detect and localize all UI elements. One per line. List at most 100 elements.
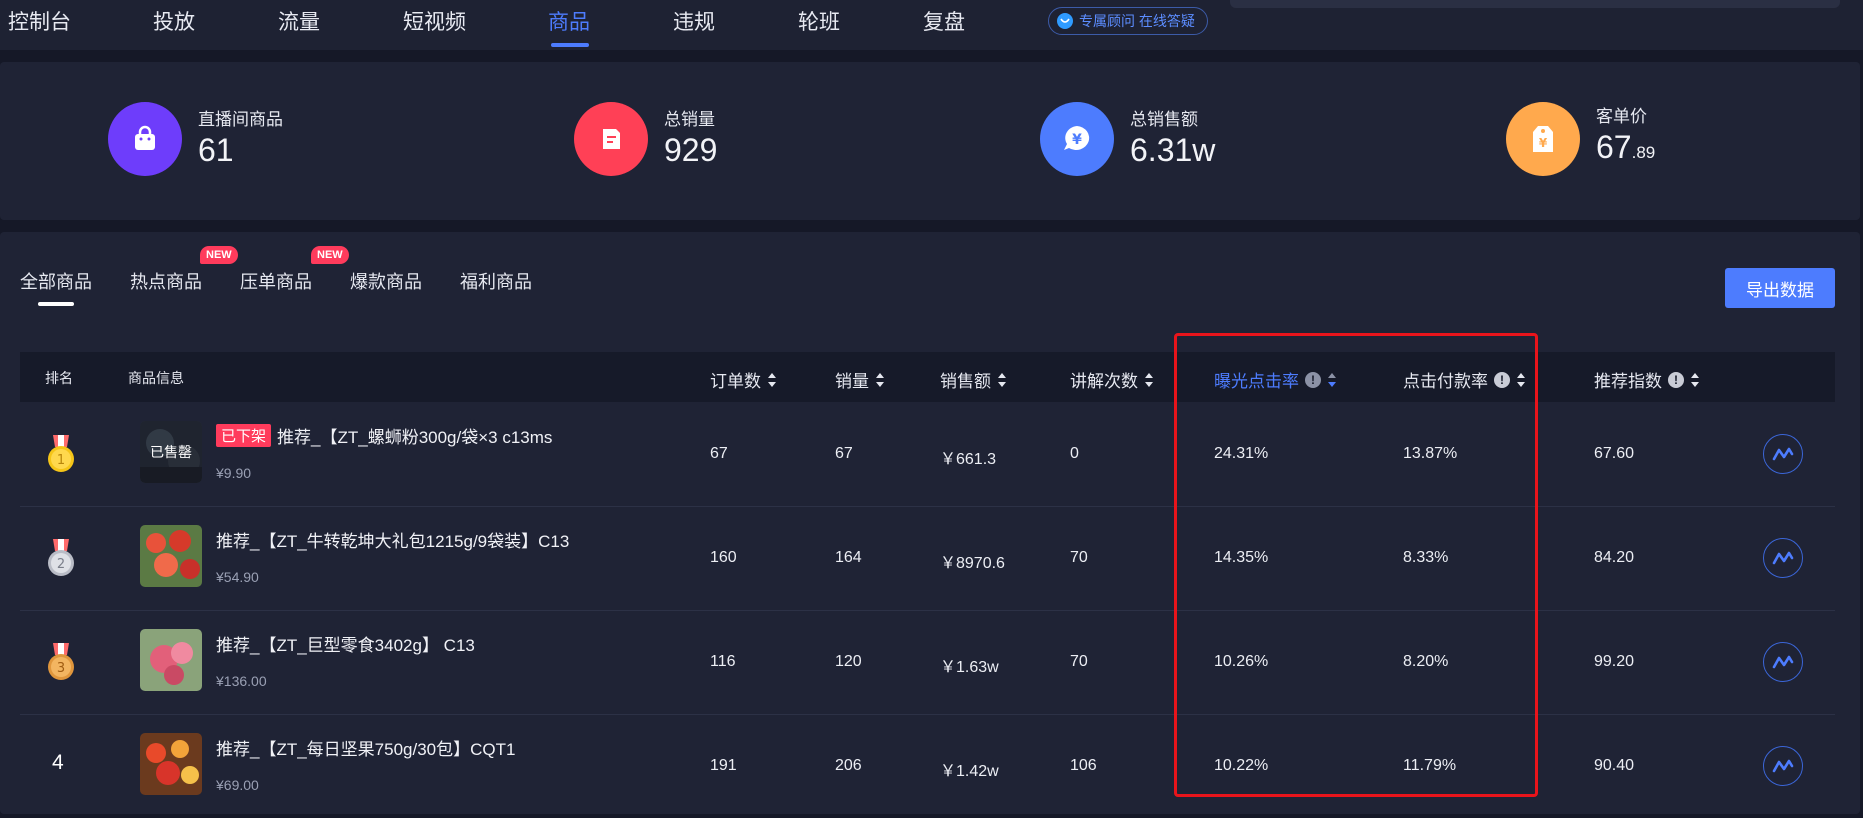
header-score-label: 推荐指数: [1594, 372, 1662, 391]
sort-icon: [1145, 372, 1153, 387]
header-ctr[interactable]: 曝光点击率!: [1214, 367, 1337, 392]
sort-icon: [998, 372, 1006, 387]
cell-sales: 120: [835, 653, 862, 670]
cell-score: 84.20: [1594, 549, 1635, 566]
search-bar-edge[interactable]: [1230, 0, 1840, 8]
sort-icon: [1691, 372, 1699, 387]
product-title-text: 推荐_【ZT_巨型零食3402g】 C13: [216, 636, 475, 655]
stat-total-amount: ¥ 总销售额 6.31w: [1040, 102, 1215, 176]
product-price: ¥136.00: [216, 673, 267, 689]
trend-chart-button[interactable]: [1763, 746, 1803, 786]
nav-item-traffic[interactable]: 流量: [278, 6, 320, 36]
soldout-overlay: 已售罄: [140, 421, 202, 483]
tab-all-products[interactable]: 全部商品: [20, 268, 92, 294]
cell-cvr: 8.20%: [1403, 653, 1449, 670]
tab-welfare-products[interactable]: 福利商品: [460, 268, 532, 294]
header-cvr-label: 点击付款率: [1403, 372, 1488, 391]
cell-score: 67.60: [1594, 445, 1635, 462]
chat-icon: [1057, 13, 1073, 29]
cell-sales: 164: [835, 549, 862, 566]
svg-text:¥: ¥: [1539, 136, 1548, 150]
cell-amount: ￥8970.6: [940, 555, 1005, 572]
cell-ctr: 14.35%: [1214, 549, 1269, 566]
trend-chart-button[interactable]: [1763, 434, 1803, 474]
nav-item-shifts[interactable]: 轮班: [798, 6, 840, 36]
table-row[interactable]: 3 推荐_【ZT_巨型零食3402g】 C13 ¥136.00 116 120 …: [20, 611, 1835, 715]
product-thumbnail[interactable]: [140, 733, 202, 795]
sort-icon: [876, 372, 884, 387]
tab-hit-products[interactable]: 爆款商品: [350, 268, 422, 294]
cell-cvr: 11.79%: [1403, 757, 1457, 774]
trend-line-icon: [1772, 447, 1794, 461]
trend-chart-button[interactable]: [1763, 642, 1803, 682]
yen-bubble-icon: ¥: [1040, 102, 1114, 176]
stat-label: 总销量: [664, 109, 715, 129]
header-amount-label: 销售额: [940, 372, 991, 391]
medal-rank: 1: [57, 453, 65, 468]
new-badge: NEW: [200, 246, 238, 264]
product-title[interactable]: 已下架 推荐_【ZT_螺蛳粉300g/袋×3 c13ms: [216, 423, 552, 448]
nav-item-violations[interactable]: 违规: [673, 6, 715, 36]
product-thumbnail[interactable]: [140, 629, 202, 691]
svg-text:¥: ¥: [1072, 132, 1082, 148]
product-title[interactable]: 推荐_【ZT_巨型零食3402g】 C13: [216, 631, 475, 656]
info-icon[interactable]: !: [1494, 371, 1510, 388]
header-amount[interactable]: 销售额: [940, 367, 1007, 392]
header-score[interactable]: 推荐指数!: [1594, 367, 1700, 392]
cell-amount: ￥1.63w: [940, 659, 999, 676]
product-title[interactable]: 推荐_【ZT_每日坚果750g/30包】CQT1: [216, 735, 515, 760]
rank-number: 4: [52, 751, 64, 774]
stat-avg-price: ¥ 客单价 67.89: [1506, 102, 1655, 176]
product-price: ¥9.90: [216, 465, 252, 481]
cell-explain: 70: [1070, 653, 1088, 670]
header-orders[interactable]: 订单数: [710, 367, 777, 392]
nav-item-shortvideo[interactable]: 短视频: [403, 6, 466, 36]
price-tag-icon: ¥: [1506, 102, 1580, 176]
header-explain-count[interactable]: 讲解次数: [1070, 367, 1154, 392]
cell-score: 90.40: [1594, 757, 1635, 774]
medal-rank: 3: [57, 661, 65, 676]
sort-icon: [768, 372, 776, 387]
cell-explain: 106: [1070, 757, 1097, 774]
table-row[interactable]: 4 推荐_【ZT_每日坚果750g/30包】CQT1 ¥69.00 191 20…: [20, 715, 1835, 818]
shopping-bag-icon: [108, 102, 182, 176]
medal-rank: 2: [57, 557, 65, 572]
new-badge: NEW: [311, 246, 349, 264]
nav-item-review[interactable]: 复盘: [923, 6, 965, 36]
stat-value-decimal: .89: [1631, 142, 1656, 162]
stat-products: 直播间商品 61: [108, 102, 283, 176]
info-icon[interactable]: !: [1668, 371, 1684, 388]
gold-medal-icon: 1: [48, 435, 74, 472]
tab-hot-products[interactable]: 热点商品: [130, 268, 202, 294]
stat-value: 929: [664, 131, 718, 168]
header-sales[interactable]: 销量: [835, 367, 885, 392]
header-rank: 排名: [45, 370, 73, 386]
offline-tag: 已下架: [216, 424, 272, 447]
table-row[interactable]: 2 推荐_【ZT_牛转乾坤大礼包1215g/9袋装】C13 ¥54.90 160…: [20, 507, 1835, 611]
cell-cvr: 13.87%: [1403, 445, 1458, 462]
tab-backlog-products[interactable]: 压单商品: [240, 268, 312, 294]
cell-amount: ￥661.3: [940, 451, 997, 468]
product-price: ¥54.90: [216, 569, 259, 585]
sort-desc-icon: [1328, 372, 1336, 387]
table-row[interactable]: 1 已售罄 已下架 推荐_【ZT_螺蛳粉300g/袋×3 c13ms ¥9.90 …: [20, 403, 1835, 507]
header-sales-label: 销量: [835, 372, 869, 391]
advisor-button[interactable]: 专属顾问 在线答疑: [1048, 7, 1208, 35]
product-thumbnail[interactable]: [140, 525, 202, 587]
stat-total-sales: 总销量 929: [574, 102, 717, 176]
info-icon[interactable]: !: [1305, 371, 1321, 388]
stat-label: 客单价: [1596, 106, 1647, 126]
nav-item-products[interactable]: 商品: [548, 6, 590, 36]
silver-medal-icon: 2: [48, 539, 74, 576]
stat-value: 67.89: [1596, 127, 1655, 173]
cell-score: 99.20: [1594, 653, 1635, 670]
nav-item-ads[interactable]: 投放: [153, 6, 195, 36]
trend-chart-button[interactable]: [1763, 538, 1803, 578]
nav-item-console[interactable]: 控制台: [8, 6, 71, 36]
header-orders-label: 订单数: [710, 372, 761, 391]
product-thumbnail[interactable]: 已售罄: [140, 421, 202, 483]
product-title[interactable]: 推荐_【ZT_牛转乾坤大礼包1215g/9袋装】C13: [216, 527, 569, 552]
export-data-button[interactable]: 导出数据: [1725, 268, 1835, 308]
header-cvr[interactable]: 点击付款率!: [1403, 367, 1526, 392]
stat-label: 直播间商品: [198, 109, 283, 129]
